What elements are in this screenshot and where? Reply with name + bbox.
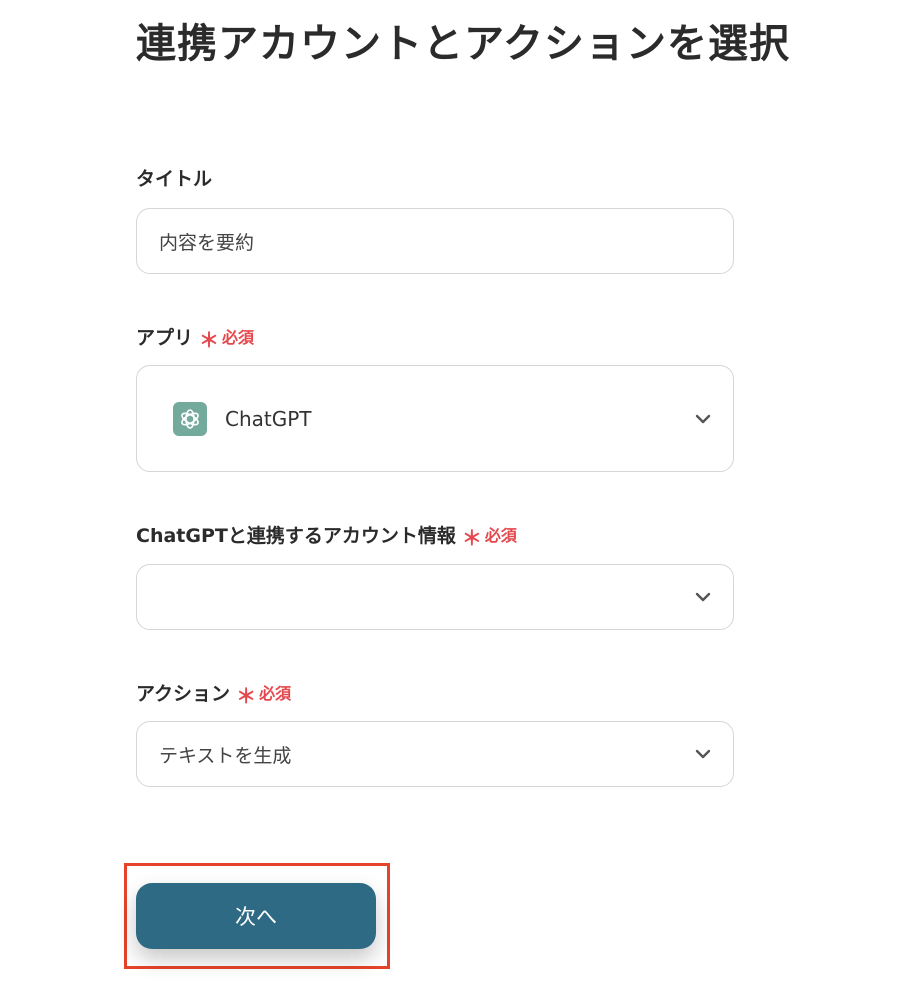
- action-field-label-text: アクション: [136, 683, 231, 705]
- title-input-value: 内容を要約: [159, 231, 255, 254]
- page-title: 連携アカウントとアクションを選択: [136, 21, 790, 67]
- action-select-value: テキストを生成: [159, 744, 292, 767]
- app-select-value: ChatGPT: [225, 406, 312, 431]
- required-asterisk: ＊: [236, 684, 257, 708]
- required-text: 必須: [259, 684, 292, 703]
- required-badge: ＊ 必須: [236, 681, 292, 708]
- required-asterisk: ＊: [461, 526, 482, 550]
- required-badge: ＊ 必須: [461, 523, 517, 550]
- action-select[interactable]: テキストを生成: [136, 721, 734, 787]
- account-select[interactable]: [136, 564, 734, 630]
- title-input[interactable]: 内容を要約: [136, 208, 734, 274]
- required-text: 必須: [222, 328, 255, 347]
- required-badge: ＊ 必須: [199, 325, 255, 352]
- title-field-label-text: タイトル: [136, 168, 213, 190]
- account-field-label: ChatGPTと連携するアカウント情報 ＊ 必須: [136, 523, 517, 550]
- chatgpt-logo-icon: [173, 401, 207, 436]
- next-button[interactable]: 次へ: [136, 883, 376, 949]
- required-asterisk: ＊: [199, 328, 220, 352]
- app-field-label: アプリ ＊ 必須: [136, 325, 255, 352]
- chevron-down-icon: [695, 749, 711, 759]
- action-field-label: アクション ＊ 必須: [136, 681, 292, 708]
- app-select[interactable]: ChatGPT: [136, 365, 734, 472]
- account-field-label-text: ChatGPTと連携するアカウント情報: [136, 525, 456, 547]
- app-field-label-text: アプリ: [136, 327, 194, 349]
- chevron-down-icon: [695, 414, 711, 424]
- title-field-label: タイトル: [136, 166, 212, 192]
- required-text: 必須: [484, 526, 517, 545]
- chevron-down-icon: [695, 592, 711, 602]
